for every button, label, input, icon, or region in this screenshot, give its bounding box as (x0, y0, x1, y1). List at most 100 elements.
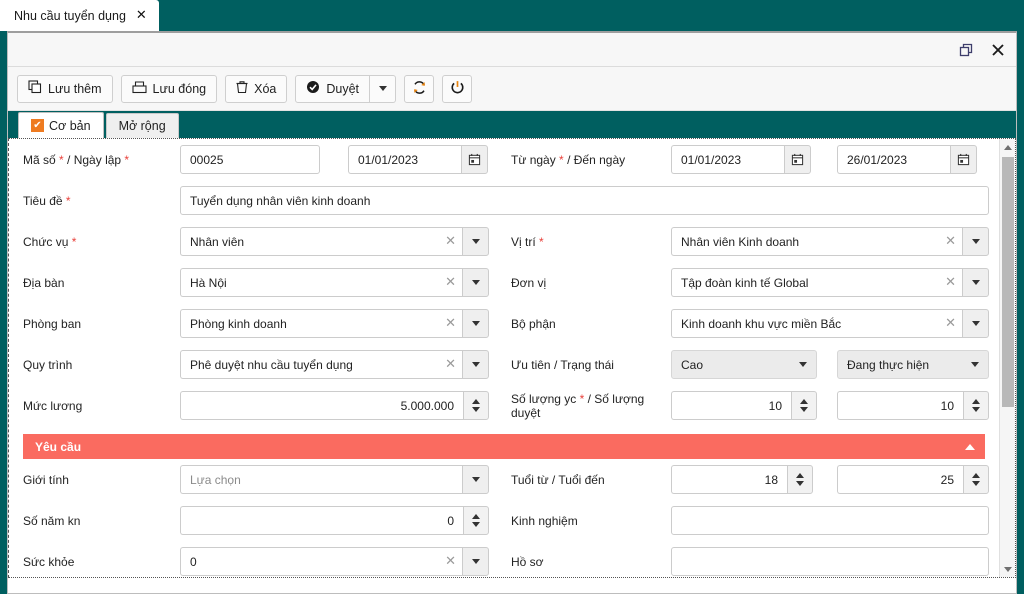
chevron-down-icon[interactable] (370, 74, 397, 103)
close-icon[interactable]: ✕ (136, 9, 147, 22)
form-scroll-area: Mã số * / Ngày lập * 00025 01/01/2023 Từ… (9, 139, 999, 577)
stepper-up-icon[interactable] (796, 473, 804, 478)
stepper-up-icon[interactable] (800, 399, 808, 404)
clear-icon[interactable]: ✕ (937, 275, 956, 290)
chevron-down-icon[interactable] (962, 268, 989, 297)
close-window-icon[interactable] (984, 37, 1012, 63)
clear-icon[interactable]: ✕ (937, 234, 956, 249)
suc-khoe-input[interactable]: 0 ✕ (180, 547, 462, 576)
calendar-icon[interactable] (950, 145, 977, 174)
calendar-icon[interactable] (461, 145, 488, 174)
stepper-up-icon[interactable] (972, 399, 980, 404)
document-tab-label: Nhu cầu tuyển dụng (14, 8, 126, 23)
form-row-quy-trinh: Quy trình Phê duyệt nhu cầu tuyển dụng ✕… (9, 344, 999, 385)
approve-label: Duyệt (326, 81, 360, 96)
chevron-down-icon[interactable] (962, 227, 989, 256)
scrollbar-thumb[interactable] (1002, 157, 1014, 407)
tuoi-tu-stepper[interactable] (787, 465, 813, 494)
stepper-down-icon[interactable] (472, 407, 480, 412)
label-ho-so: Hồ sơ (511, 554, 544, 569)
tab-co-ban[interactable]: ✔ Cơ bản (18, 112, 104, 138)
scroll-down-button[interactable] (1000, 561, 1015, 577)
clear-icon[interactable]: ✕ (437, 234, 456, 249)
den-ngay-input[interactable]: 26/01/2023 (837, 145, 950, 174)
chevron-down-icon[interactable] (462, 227, 489, 256)
chevron-down-icon[interactable] (462, 309, 489, 338)
form-half-right: Bộ phận Kinh doanh khu vực miền Bắc ✕ (511, 309, 999, 338)
form-half-left: Số năm kn 0 (23, 506, 511, 535)
suc-khoe-value: 0 (190, 554, 197, 569)
clear-icon[interactable]: ✕ (437, 275, 456, 290)
power-button[interactable] (442, 74, 473, 103)
stepper-down-icon[interactable] (800, 407, 808, 412)
save-add-button[interactable]: Lưu thêm (17, 74, 113, 103)
tab-mo-rong[interactable]: Mở rộng (105, 113, 179, 138)
uu-tien-select[interactable]: Cao (671, 350, 817, 379)
tu-ngay-input[interactable]: 01/01/2023 (671, 145, 784, 174)
uu-tien-value: Cao (681, 357, 704, 372)
approve-button[interactable]: Duyệt (295, 74, 371, 103)
muc-luong-stepper[interactable] (463, 391, 489, 420)
clear-icon[interactable]: ✕ (437, 357, 456, 372)
chuc-vu-input[interactable]: Nhân viên ✕ (180, 227, 462, 256)
so-luong-yc-stepper[interactable] (791, 391, 817, 420)
quy-trinh-input[interactable]: Phê duyệt nhu cầu tuyển dụng ✕ (180, 350, 462, 379)
form-half-right: Ưu tiên / Trạng thái Cao Đang thực hiện (511, 350, 999, 379)
trang-thai-value: Đang thực hiện (847, 357, 930, 372)
tuoi-den-input[interactable]: 25 (837, 465, 963, 494)
gioi-tinh-input[interactable]: Lựa chọn (180, 465, 462, 494)
form-half-left: Mã số * / Ngày lập * 00025 01/01/2023 (23, 145, 511, 174)
chevron-down-icon[interactable] (462, 547, 489, 576)
dia-ban-input[interactable]: Hà Nội ✕ (180, 268, 462, 297)
so-luong-yc-input[interactable]: 10 (671, 391, 791, 420)
chevron-down-icon[interactable] (962, 309, 989, 338)
document-tab[interactable]: Nhu cầu tuyển dụng ✕ (0, 0, 159, 31)
den-ngay-datefield: 26/01/2023 (837, 145, 977, 174)
muc-luong-input[interactable]: 5.000.000 (180, 391, 463, 420)
delete-button[interactable]: Xóa (225, 74, 288, 103)
power-icon (450, 80, 465, 98)
bo-phan-input[interactable]: Kinh doanh khu vực miền Bắc ✕ (671, 309, 962, 338)
label-dia-ban: Địa bàn (23, 275, 65, 290)
don-vi-input[interactable]: Tập đoàn kinh tế Global ✕ (671, 268, 962, 297)
ma-so-input[interactable]: 00025 (180, 145, 320, 174)
so-luong-duyet-stepper[interactable] (963, 391, 989, 420)
scroll-up-button[interactable] (1000, 139, 1015, 155)
stepper-up-icon[interactable] (972, 473, 980, 478)
chevron-down-icon[interactable] (462, 465, 489, 494)
check-circle-icon (306, 80, 320, 97)
label-gioi-tinh: Giới tính (23, 472, 69, 487)
clear-icon[interactable]: ✕ (437, 554, 456, 569)
calendar-icon[interactable] (784, 145, 811, 174)
so-luong-duyet-input[interactable]: 10 (837, 391, 963, 420)
kinh-nghiem-input[interactable] (671, 506, 989, 535)
label-don-vi: Đơn vị (511, 275, 547, 290)
stepper-down-icon[interactable] (472, 522, 480, 527)
so-nam-kn-input[interactable]: 0 (180, 506, 463, 535)
vertical-scrollbar[interactable] (999, 139, 1015, 577)
chevron-up-icon[interactable] (965, 443, 975, 450)
chevron-down-icon[interactable] (462, 268, 489, 297)
clear-icon[interactable]: ✕ (937, 316, 956, 331)
save-close-button[interactable]: Lưu đóng (120, 74, 218, 103)
trang-thai-select[interactable]: Đang thực hiện (837, 350, 989, 379)
stepper-up-icon[interactable] (472, 399, 480, 404)
ngay-lap-input[interactable]: 01/01/2023 (348, 145, 461, 174)
ho-so-input[interactable] (671, 547, 989, 576)
stepper-down-icon[interactable] (796, 481, 804, 486)
clear-icon[interactable]: ✕ (437, 316, 456, 331)
form-half-left: Phòng ban Phòng kinh doanh ✕ (23, 309, 511, 338)
tuoi-den-stepper[interactable] (963, 465, 989, 494)
vi-tri-input[interactable]: Nhân viên Kinh doanh ✕ (671, 227, 962, 256)
stepper-down-icon[interactable] (972, 481, 980, 486)
chevron-down-icon[interactable] (462, 350, 489, 379)
so-nam-kn-stepper[interactable] (463, 506, 489, 535)
stepper-up-icon[interactable] (472, 514, 480, 519)
tieu-de-input[interactable]: Tuyển dụng nhân viên kinh doanh (180, 186, 989, 215)
stepper-down-icon[interactable] (972, 407, 980, 412)
tuoi-tu-input[interactable]: 18 (671, 465, 787, 494)
refresh-button[interactable] (404, 74, 435, 103)
section-header-yeu-cau[interactable]: Yêu cầu (23, 434, 985, 459)
phong-ban-input[interactable]: Phòng kinh doanh ✕ (180, 309, 462, 338)
restore-window-icon[interactable] (952, 37, 980, 63)
